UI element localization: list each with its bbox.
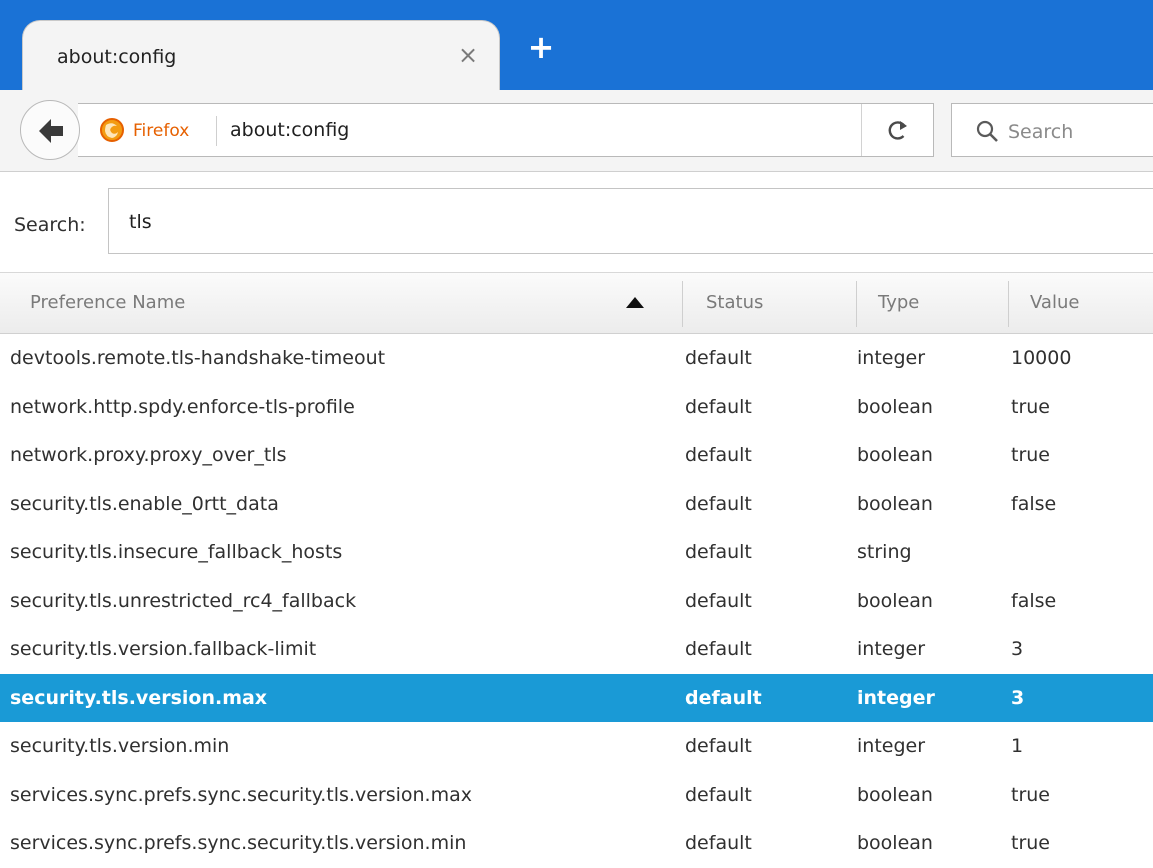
pref-status: default	[685, 589, 752, 612]
pref-type: boolean	[857, 395, 933, 418]
pref-name: devtools.remote.tls-handshake-timeout	[10, 347, 386, 369]
tab-title: about:config	[57, 46, 177, 68]
url-divider	[216, 116, 217, 146]
search-bar[interactable]: Search	[951, 103, 1153, 157]
new-tab-button[interactable]: +	[526, 31, 556, 63]
pref-type: string	[857, 541, 912, 563]
url-bar[interactable]: Firefox about:config	[78, 103, 934, 157]
pref-status: default	[685, 347, 752, 369]
pref-name: services.sync.prefs.sync.security.tls.ve…	[10, 832, 467, 854]
column-divider[interactable]	[682, 281, 683, 327]
pref-type: boolean	[857, 832, 933, 854]
pref-value: false	[1011, 492, 1057, 515]
nav-bar: Firefox about:config Search	[0, 90, 1153, 172]
pref-name: security.tls.version.min	[10, 735, 230, 757]
tab-strip: about:config × +	[0, 0, 1153, 90]
reload-icon	[888, 121, 907, 140]
pref-value: 3	[1011, 638, 1024, 660]
filter-row: Search: tls	[0, 172, 1153, 272]
column-header-value[interactable]: Value	[1030, 273, 1079, 333]
pref-status: default	[685, 686, 762, 709]
pref-name: security.tls.version.max	[10, 686, 268, 709]
pref-name: security.tls.version.fallback-limit	[10, 638, 317, 660]
table-row[interactable]: services.sync.prefs.sync.security.tls.ve…	[0, 771, 1153, 820]
column-header-status[interactable]: Status	[706, 273, 763, 333]
table-row[interactable]: security.tls.unrestricted_rc4_fallback d…	[0, 577, 1153, 626]
column-header-type[interactable]: Type	[878, 273, 919, 333]
column-header-name[interactable]: Preference Name	[30, 273, 185, 333]
back-arrow-icon	[39, 119, 63, 143]
pref-value: false	[1011, 589, 1057, 612]
filter-input[interactable]: tls	[108, 188, 1153, 254]
pref-type: integer	[857, 638, 926, 660]
url-text[interactable]: about:config	[230, 119, 349, 141]
column-divider[interactable]	[856, 281, 857, 327]
pref-type: integer	[857, 347, 926, 369]
table-row[interactable]: security.tls.insecure_fallback_hosts def…	[0, 528, 1153, 577]
pref-status: default	[685, 832, 752, 854]
table-body: devtools.remote.tls-handshake-timeout de…	[0, 334, 1153, 868]
pref-type: boolean	[857, 492, 933, 515]
pref-name: network.http.spdy.enforce-tls-profile	[10, 395, 355, 418]
pref-value: true	[1011, 444, 1050, 466]
pref-value: true	[1011, 832, 1050, 854]
pref-status: default	[685, 492, 752, 515]
pref-value: 1	[1011, 735, 1024, 757]
table-row[interactable]: security.tls.version.fallback-limit defa…	[0, 625, 1153, 674]
table-row[interactable]: security.tls.version.min default integer…	[0, 722, 1153, 771]
pref-value: true	[1011, 395, 1050, 418]
pref-status: default	[685, 395, 752, 418]
table-row[interactable]: security.tls.enable_0rtt_data default bo…	[0, 480, 1153, 529]
firefox-logo-icon[interactable]	[100, 118, 124, 142]
reload-button[interactable]	[861, 104, 933, 156]
tab-about-config[interactable]: about:config ×	[22, 20, 500, 90]
pref-status: default	[685, 444, 752, 466]
close-tab-icon[interactable]: ×	[455, 42, 481, 68]
magnifier-icon	[976, 120, 998, 142]
pref-value: true	[1011, 783, 1050, 806]
pref-name: services.sync.prefs.sync.security.tls.ve…	[10, 783, 472, 806]
pref-name: network.proxy.proxy_over_tls	[10, 444, 287, 466]
pref-name: security.tls.enable_0rtt_data	[10, 492, 279, 515]
table-row[interactable]: network.http.spdy.enforce-tls-profile de…	[0, 383, 1153, 432]
table-header: Preference Name Status Type Value	[0, 272, 1153, 334]
filter-value[interactable]: tls	[129, 211, 152, 233]
pref-type: boolean	[857, 444, 933, 466]
table-row[interactable]: services.sync.prefs.sync.security.tls.ve…	[0, 819, 1153, 868]
pref-value: 10000	[1011, 347, 1072, 369]
search-placeholder: Search	[1008, 121, 1074, 143]
pref-value: 3	[1011, 686, 1025, 709]
pref-type: integer	[857, 686, 935, 709]
identity-label[interactable]: Firefox	[133, 121, 189, 141]
pref-type: boolean	[857, 783, 933, 806]
table-row-selected[interactable]: security.tls.version.max default integer…	[0, 673, 1153, 722]
sort-ascending-icon	[626, 297, 644, 308]
pref-status: default	[685, 783, 752, 806]
pref-status: default	[685, 638, 752, 660]
pref-type: integer	[857, 735, 926, 757]
back-button[interactable]	[20, 100, 80, 160]
pref-status: default	[685, 541, 752, 563]
filter-label: Search:	[14, 214, 86, 236]
table-row[interactable]: network.proxy.proxy_over_tls default boo…	[0, 431, 1153, 480]
table-row[interactable]: devtools.remote.tls-handshake-timeout de…	[0, 334, 1153, 383]
pref-name: security.tls.insecure_fallback_hosts	[10, 541, 343, 563]
preferences-table: Preference Name Status Type Value devtoo…	[0, 272, 1153, 868]
column-divider[interactable]	[1008, 281, 1009, 327]
pref-name: security.tls.unrestricted_rc4_fallback	[10, 589, 357, 612]
pref-type: boolean	[857, 589, 933, 612]
pref-status: default	[685, 735, 752, 757]
